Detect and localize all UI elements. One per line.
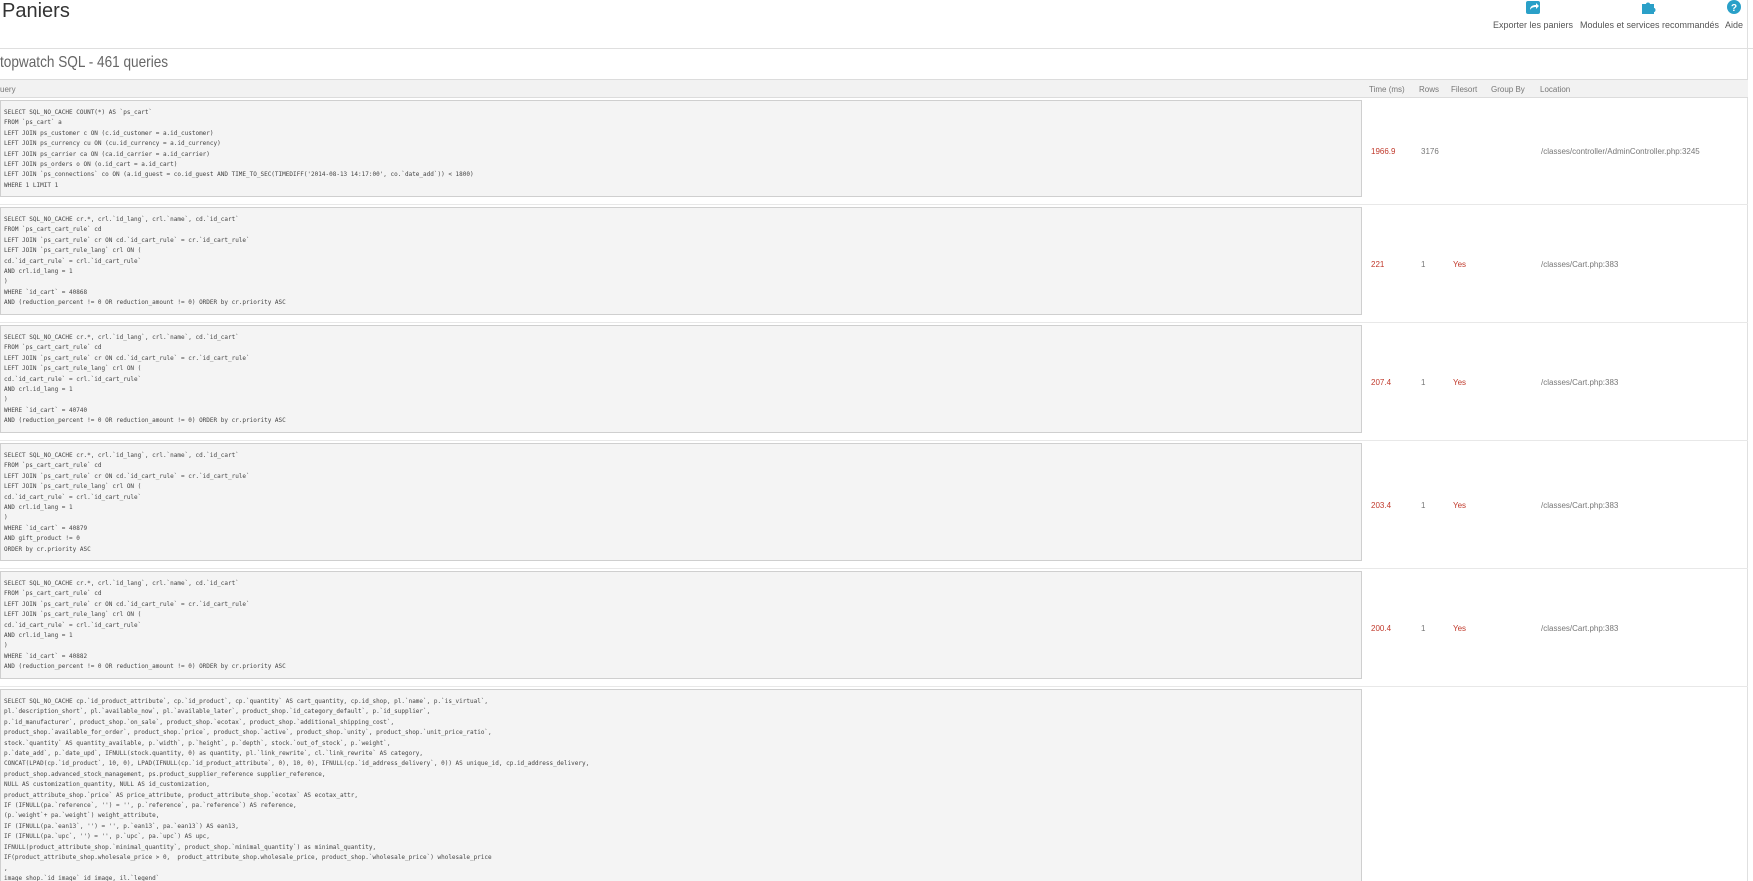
table-row: SELECT SQL_NO_CACHE cr.*, crl.`id_lang`,…: [0, 441, 1748, 569]
filesort-cell: Yes: [1453, 260, 1467, 269]
page-title: Paniers: [2, 0, 70, 22]
table-row: SELECT SQL_NO_CACHE cr.*, crl.`id_lang`,…: [0, 569, 1748, 687]
svg-text:?: ?: [1731, 3, 1737, 14]
help-icon: ?: [1727, 0, 1741, 14]
col-filesort: Filesort: [1451, 85, 1478, 94]
query-text: SELECT SQL_NO_CACHE cr.*, crl.`id_lang`,…: [0, 325, 1362, 433]
puzzle-icon: [1642, 2, 1656, 14]
query-text: SELECT SQL_NO_CACHE cr.*, crl.`id_lang`,…: [0, 571, 1362, 679]
page-header: Paniers Exporter les paniers Modules et …: [0, 0, 1753, 49]
query-text: SELECT SQL_NO_CACHE cr.*, crl.`id_lang`,…: [0, 207, 1362, 315]
time-cell: 207.4: [1371, 378, 1392, 387]
table-row: SELECT SQL_NO_CACHE cr.*, crl.`id_lang`,…: [0, 323, 1748, 441]
export-carts-label: Exporter les paniers: [1493, 20, 1574, 30]
filesort-cell: Yes: [1453, 624, 1467, 633]
export-carts-button[interactable]: Exporter les paniers: [1493, 0, 1573, 40]
query-text: SELECT SQL_NO_CACHE COUNT(*) AS `ps_cart…: [0, 100, 1362, 197]
help-button[interactable]: ? Aide: [1723, 0, 1745, 40]
time-cell: 221: [1371, 260, 1385, 269]
rows-cell: 1: [1421, 624, 1426, 633]
location-cell: /classes/Cart.php:383: [1541, 624, 1619, 633]
time-cell: 1966.9: [1371, 147, 1396, 156]
table-row: SELECT SQL_NO_CACHE COUNT(*) AS `ps_cart…: [0, 98, 1748, 205]
export-icon: [1526, 1, 1540, 14]
col-location: Location: [1540, 85, 1571, 94]
col-time: Time (ms): [1369, 85, 1405, 94]
rows-cell: 3176: [1421, 147, 1439, 156]
recommended-modules-button[interactable]: Modules et services recommandés: [1580, 0, 1720, 40]
rows-cell: 1: [1421, 260, 1426, 269]
time-cell: 203.4: [1371, 501, 1392, 510]
location-cell: /classes/Cart.php:383: [1541, 378, 1619, 387]
filesort-cell: Yes: [1453, 378, 1467, 387]
query-text: SELECT SQL_NO_CACHE cp.`id_product_attri…: [0, 689, 1362, 881]
col-rows: Rows: [1419, 85, 1440, 94]
col-query: uery: [0, 85, 16, 94]
filesort-cell: Yes: [1453, 501, 1467, 510]
help-label: Aide: [1724, 20, 1743, 30]
rows-cell: 1: [1421, 501, 1426, 510]
recommended-modules-label: Modules et services recommandés: [1580, 20, 1720, 30]
location-cell: /classes/Cart.php:383: [1541, 501, 1619, 510]
table-row: SELECT SQL_NO_CACHE cp.`id_product_attri…: [0, 687, 1748, 881]
table-header: uery Time (ms) Rows Filesort Group By Lo…: [0, 79, 1748, 98]
rows-cell: 1: [1421, 378, 1426, 387]
table-row: SELECT SQL_NO_CACHE cr.*, crl.`id_lang`,…: [0, 205, 1748, 323]
time-cell: 200.4: [1371, 624, 1392, 633]
location-cell: /classes/controller/AdminController.php:…: [1541, 147, 1700, 156]
location-cell: /classes/Cart.php:383: [1541, 260, 1619, 269]
query-text: SELECT SQL_NO_CACHE cr.*, crl.`id_lang`,…: [0, 443, 1362, 561]
stopwatch-title: topwatch SQL - 461 queries: [0, 54, 169, 71]
col-group-by: Group By: [1491, 85, 1525, 94]
